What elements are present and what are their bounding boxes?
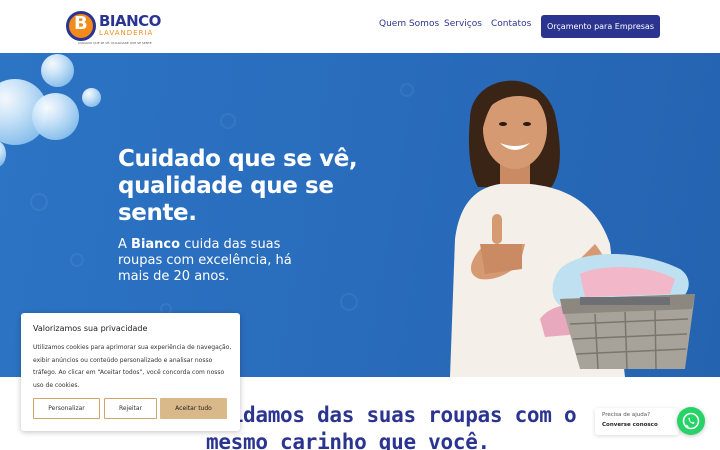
site-header: B BIANCO LAVANDERIA CUIDADO QUE SE VÊ, Q… [0, 0, 720, 53]
chat-prompt[interactable]: Precisa de ajuda? Converse conosco [595, 408, 679, 435]
nav-quem-somos[interactable]: Quem Somos [379, 19, 439, 29]
soap-bubble [32, 93, 79, 140]
decorative-dot [340, 293, 358, 311]
hero-title: Cuidado que se vê, qualidade que se sent… [118, 146, 358, 226]
decorative-dot [220, 113, 236, 129]
woman-with-laundry-basket-image [450, 80, 695, 377]
cookie-banner-title: Valorizamos sua privacidade [33, 324, 148, 333]
reject-cookies-button[interactable]: Rejeitar [104, 398, 157, 419]
logo[interactable]: B BIANCO LAVANDERIA CUIDADO QUE SE VÊ, Q… [66, 9, 161, 45]
soap-bubble [41, 54, 74, 87]
decorative-dot [70, 253, 84, 267]
decorative-dot [400, 83, 414, 97]
logo-subtitle: LAVANDERIA [99, 29, 154, 37]
customize-cookies-button[interactable]: Personalizar [33, 398, 100, 419]
whatsapp-icon [682, 412, 700, 430]
nav-servicos[interactable]: Serviços [444, 19, 482, 29]
hero-text: A Bianco cuida das suas roupas com excel… [118, 237, 318, 285]
hero-text-brand: Bianco [131, 237, 181, 252]
accept-all-cookies-button[interactable]: Aceitar tudo [160, 398, 227, 419]
chat-prompt-question: Precisa de ajuda? [602, 412, 651, 418]
logo-letter: B [74, 13, 88, 34]
cookie-consent-banner: Valorizamos sua privacidade Utilizamos c… [21, 313, 240, 431]
logo-name: BIANCO [99, 12, 161, 30]
hero-text-prefix: A [118, 237, 132, 252]
cookie-banner-text: Utilizamos cookies para aprimorar sua ex… [33, 344, 232, 389]
section-title: Cuidamos das suas roupas com o mesmo car… [206, 403, 577, 450]
whatsapp-button[interactable] [677, 407, 705, 435]
logo-tagline: CUIDADO QUE SE VÊ, QUALIDADE QUE SE SENT… [78, 41, 152, 45]
soap-bubble [0, 141, 6, 167]
budget-for-companies-button[interactable]: Orçamento para Empresas [541, 15, 660, 38]
page: B BIANCO LAVANDERIA CUIDADO QUE SE VÊ, Q… [0, 0, 720, 450]
chat-prompt-cta: Converse conosco [602, 422, 658, 428]
nav-contatos[interactable]: Contatos [491, 19, 531, 29]
soap-bubble [82, 88, 101, 107]
decorative-dot [30, 193, 48, 211]
